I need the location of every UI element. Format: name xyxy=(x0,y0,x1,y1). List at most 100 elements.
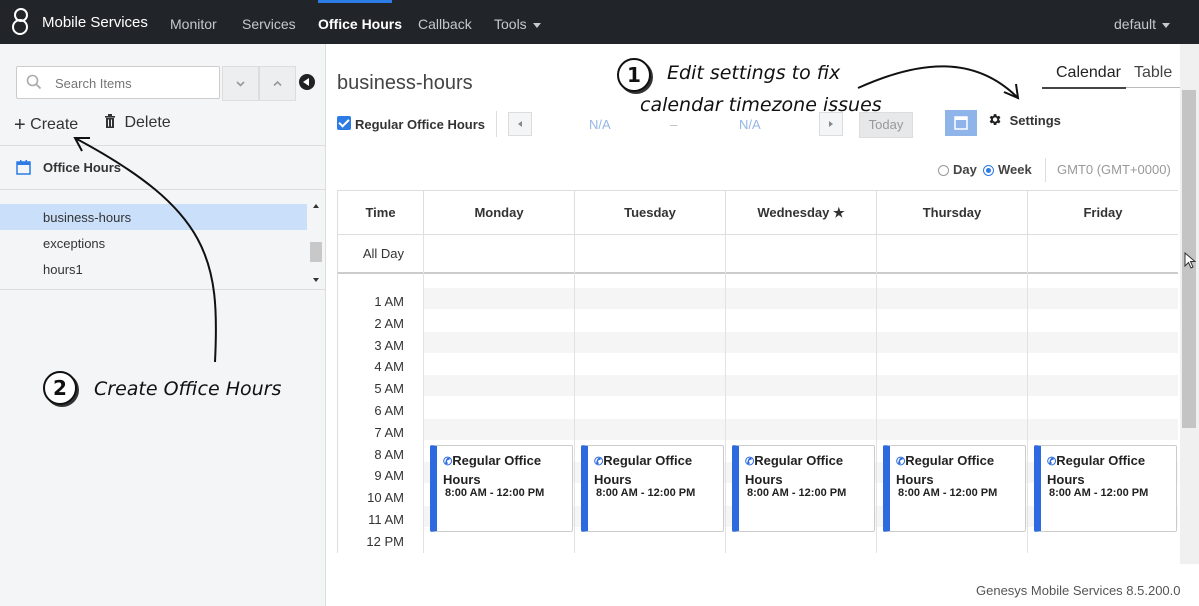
chevron-down-icon xyxy=(1162,22,1171,28)
day-header-monday: Monday xyxy=(424,191,575,235)
search-icon xyxy=(26,74,42,90)
chevron-right-icon xyxy=(829,121,833,127)
event-card[interactable]: ✆Regular Office Hours 8:00 AM - 12:00 PM xyxy=(1034,445,1177,532)
event-time: 8:00 AM - 12:00 PM xyxy=(596,487,696,499)
phone-icon: ✆ xyxy=(443,456,453,468)
phone-icon: ✆ xyxy=(594,456,604,468)
previous-match-button[interactable] xyxy=(259,66,296,101)
settings-button[interactable]: Settings xyxy=(987,112,1061,128)
event-title: ✆Regular Office Hours xyxy=(1047,453,1146,487)
event-card[interactable]: ✆Regular Office Hours 8:00 AM - 12:00 PM xyxy=(883,445,1026,532)
settings-label: Settings xyxy=(1009,113,1061,128)
list-scrollbar[interactable] xyxy=(309,202,323,284)
week-view-radio[interactable] xyxy=(983,165,994,176)
event-title: ✆Regular Office Hours xyxy=(443,453,542,487)
week-calendar: Time Monday Tuesday Wednesday ★ Thursday… xyxy=(337,190,1178,553)
calendar-picker-button[interactable] xyxy=(945,110,977,136)
nav-monitor[interactable]: Monitor xyxy=(170,16,217,32)
hour-label: 8 AM xyxy=(374,446,404,462)
date-range-end: N/A xyxy=(739,117,761,132)
trash-icon xyxy=(105,114,115,128)
list-item-label: hours1 xyxy=(43,262,83,277)
list-item-exceptions[interactable]: exceptions xyxy=(0,230,307,256)
event-title: ✆Regular Office Hours xyxy=(896,453,995,487)
event-time: 8:00 AM - 12:00 PM xyxy=(898,487,998,499)
hour-stripe xyxy=(424,375,1178,397)
event-card[interactable]: ✆Regular Office Hours 8:00 AM - 12:00 PM xyxy=(732,445,875,532)
nav-office-hours[interactable]: Office Hours xyxy=(318,16,402,32)
hour-stripe xyxy=(424,288,1178,309)
nav-callback[interactable]: Callback xyxy=(418,16,472,32)
chevron-down-icon xyxy=(236,81,245,87)
phone-icon: ✆ xyxy=(745,456,755,468)
hour-label: 4 AM xyxy=(374,359,404,375)
top-nav-bar: Mobile Services Monitor Services Office … xyxy=(0,0,1199,44)
day-column-divider xyxy=(725,234,726,553)
event-card[interactable]: ✆Regular Office Hours 8:00 AM - 12:00 PM xyxy=(430,445,573,532)
calendar-icon xyxy=(16,160,31,175)
tab-underline xyxy=(1126,87,1180,88)
event-time: 8:00 AM - 12:00 PM xyxy=(445,487,545,499)
nav-tools[interactable]: Tools xyxy=(494,16,541,32)
collapse-sidebar-button[interactable] xyxy=(299,74,315,90)
user-menu[interactable]: default xyxy=(1114,16,1171,32)
hour-label: 3 AM xyxy=(374,337,404,353)
day-column-divider xyxy=(1027,234,1028,553)
hour-label: 2 AM xyxy=(374,315,404,331)
filter-label: Regular Office Hours xyxy=(355,117,486,132)
regular-office-hours-checkbox[interactable] xyxy=(337,116,351,130)
nav-services[interactable]: Services xyxy=(242,16,296,32)
hour-stripe xyxy=(424,418,1178,440)
time-column-header: Time xyxy=(338,191,424,235)
hour-label: 6 AM xyxy=(374,403,404,418)
date-range-start: N/A xyxy=(589,117,611,132)
event-card[interactable]: ✆Regular Office Hours 8:00 AM - 12:00 PM xyxy=(581,445,724,532)
previous-week-button[interactable] xyxy=(508,112,532,136)
hour-label: 12 PM xyxy=(366,533,404,549)
phone-icon: ✆ xyxy=(1047,456,1057,468)
create-label: Create xyxy=(30,116,79,133)
gear-icon xyxy=(989,114,1001,125)
event-time: 8:00 AM - 12:00 PM xyxy=(747,487,847,499)
divider xyxy=(1045,158,1046,182)
phone-icon: ✆ xyxy=(896,456,906,468)
sidebar: + Create Delete Office Hours business-ho… xyxy=(0,44,326,606)
all-day-row[interactable]: All Day xyxy=(338,234,1178,274)
next-match-button[interactable] xyxy=(222,66,259,101)
tab-calendar[interactable]: Calendar xyxy=(1056,64,1121,82)
chevron-up-icon xyxy=(273,80,282,87)
app-title: Mobile Services xyxy=(42,14,148,31)
list-item-hours1[interactable]: hours1 xyxy=(0,256,307,282)
nav-tools-label: Tools xyxy=(494,16,527,32)
hour-label: 9 AM xyxy=(374,468,404,484)
hour-label: 11 AM xyxy=(368,512,404,527)
day-header-wednesday: Wednesday ★ xyxy=(726,191,877,235)
hour-label: 7 AM xyxy=(374,424,404,440)
search-input[interactable] xyxy=(53,73,212,93)
day-header-thursday: Thursday xyxy=(877,191,1028,235)
week-view-label: Week xyxy=(998,162,1032,177)
all-day-label: All Day xyxy=(362,246,404,261)
annotation-text-1b: calendar timezone issues xyxy=(640,94,882,116)
annotation-text-1a: Edit settings to fix xyxy=(667,62,841,84)
list-item-business-hours[interactable]: business-hours xyxy=(0,204,307,230)
mouse-cursor-icon xyxy=(1184,252,1196,269)
delete-label: Delete xyxy=(124,114,171,131)
tab-table[interactable]: Table xyxy=(1134,64,1172,82)
event-title: ✆Regular Office Hours xyxy=(745,453,844,487)
plus-icon: + xyxy=(14,114,26,136)
event-time: 8:00 AM - 12:00 PM xyxy=(1049,487,1149,499)
create-button[interactable]: + Create xyxy=(14,114,78,137)
page-scrollbar[interactable] xyxy=(1180,44,1199,564)
hour-label: 5 AM xyxy=(374,381,404,397)
day-header-label: Wednesday xyxy=(757,205,830,220)
delete-button[interactable]: Delete xyxy=(104,114,171,132)
day-view-radio[interactable] xyxy=(938,165,949,176)
list-item-label: exceptions xyxy=(43,236,106,251)
hour-stripe xyxy=(424,331,1178,353)
day-view-label: Day xyxy=(953,162,977,177)
office-hours-section-header[interactable]: Office Hours xyxy=(0,145,325,190)
genesys-logo-icon xyxy=(12,8,30,35)
page-title: business-hours xyxy=(337,72,473,94)
footer-version: Genesys Mobile Services 8.5.200.0 xyxy=(976,583,1181,598)
